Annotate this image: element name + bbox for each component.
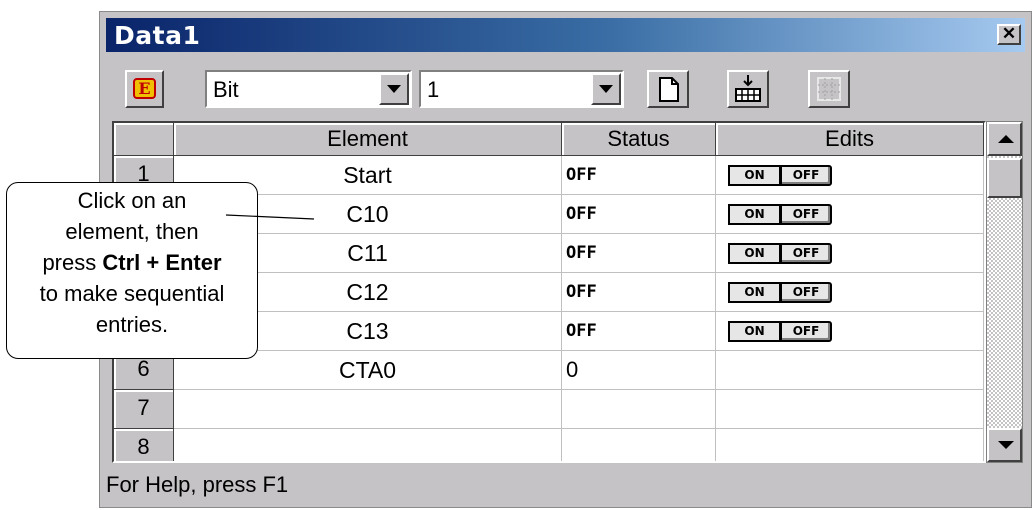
close-button[interactable]: ✕ bbox=[997, 24, 1021, 45]
on-off-toggle: ON OFF bbox=[728, 204, 832, 225]
off-button[interactable]: OFF bbox=[780, 321, 832, 342]
type-select-value: Bit bbox=[213, 77, 239, 102]
on-button[interactable]: ON bbox=[728, 321, 780, 342]
disabled-grid-button bbox=[808, 70, 850, 108]
element-column-header[interactable]: Element bbox=[174, 123, 562, 156]
chevron-down-icon[interactable] bbox=[379, 73, 409, 105]
edits-cell: ON OFF bbox=[716, 195, 984, 234]
on-off-toggle: ON OFF bbox=[728, 243, 832, 264]
scroll-thumb[interactable] bbox=[987, 158, 1022, 198]
status-cell: OFF bbox=[562, 234, 716, 273]
callout-line-1: Click on an bbox=[77, 188, 187, 213]
on-off-toggle: ON OFF bbox=[728, 321, 832, 342]
disabled-grid-icon bbox=[817, 77, 841, 101]
callout-shortcut: Ctrl + Enter bbox=[102, 250, 222, 275]
off-button[interactable]: OFF bbox=[780, 165, 832, 186]
element-cell[interactable] bbox=[174, 429, 562, 461]
insert-button[interactable] bbox=[727, 70, 769, 108]
row-number[interactable]: 7 bbox=[114, 390, 174, 429]
vertical-scrollbar[interactable] bbox=[986, 121, 1023, 463]
status-cell bbox=[562, 390, 716, 429]
status-cell: OFF bbox=[562, 312, 716, 351]
new-page-icon bbox=[659, 77, 679, 102]
edits-cell: ON OFF bbox=[716, 234, 984, 273]
status-cell: 0 bbox=[562, 351, 716, 390]
off-button[interactable]: OFF bbox=[780, 282, 832, 303]
edits-cell: ON OFF bbox=[716, 273, 984, 312]
row-number[interactable]: 8 bbox=[114, 429, 174, 461]
off-button[interactable]: OFF bbox=[780, 204, 832, 225]
on-off-toggle: ON OFF bbox=[728, 282, 832, 303]
insert-icon bbox=[735, 75, 761, 102]
corner-header[interactable] bbox=[114, 123, 174, 156]
scroll-down-button[interactable] bbox=[987, 428, 1022, 462]
new-page-button[interactable] bbox=[647, 70, 689, 108]
status-column-header[interactable]: Status bbox=[562, 123, 716, 156]
on-button[interactable]: ON bbox=[728, 243, 780, 264]
on-button[interactable]: ON bbox=[728, 204, 780, 225]
callout-leader-line bbox=[226, 214, 315, 220]
count-select-value: 1 bbox=[427, 77, 440, 102]
e-icon: E bbox=[133, 78, 156, 99]
on-off-toggle: ON OFF bbox=[728, 165, 832, 186]
status-cell: OFF bbox=[562, 195, 716, 234]
on-button[interactable]: ON bbox=[728, 282, 780, 303]
type-select[interactable]: Bit bbox=[205, 70, 412, 108]
callout-line-3-text: press bbox=[42, 250, 103, 275]
edits-cell bbox=[716, 390, 984, 429]
edits-cell: ON OFF bbox=[716, 312, 984, 351]
status-cell: OFF bbox=[562, 156, 716, 195]
on-button[interactable]: ON bbox=[728, 165, 780, 186]
scroll-up-button[interactable] bbox=[987, 122, 1022, 156]
title-bar[interactable]: Data1 ✕ bbox=[106, 18, 1025, 52]
edit-mode-button[interactable]: E bbox=[125, 70, 164, 108]
callout-line-5: entries. bbox=[95, 312, 169, 337]
callout-line-3: press Ctrl + Enter bbox=[7, 247, 257, 278]
edits-cell bbox=[716, 351, 984, 390]
edits-cell: ON OFF bbox=[716, 156, 984, 195]
element-cell[interactable] bbox=[174, 390, 562, 429]
window-title: Data1 bbox=[114, 21, 201, 50]
status-bar-text: For Help, press F1 bbox=[106, 472, 289, 497]
help-callout: Click on an element, then press Ctrl + E… bbox=[6, 182, 258, 359]
status-cell bbox=[562, 429, 716, 461]
off-button[interactable]: OFF bbox=[780, 243, 832, 264]
count-select[interactable]: 1 bbox=[419, 70, 624, 108]
status-cell: OFF bbox=[562, 273, 716, 312]
callout-line-4: to make sequential bbox=[39, 281, 225, 306]
edits-column-header[interactable]: Edits bbox=[716, 123, 984, 156]
edits-cell bbox=[716, 429, 984, 461]
callout-line-2: element, then bbox=[65, 219, 199, 244]
chevron-down-icon[interactable] bbox=[591, 73, 621, 105]
